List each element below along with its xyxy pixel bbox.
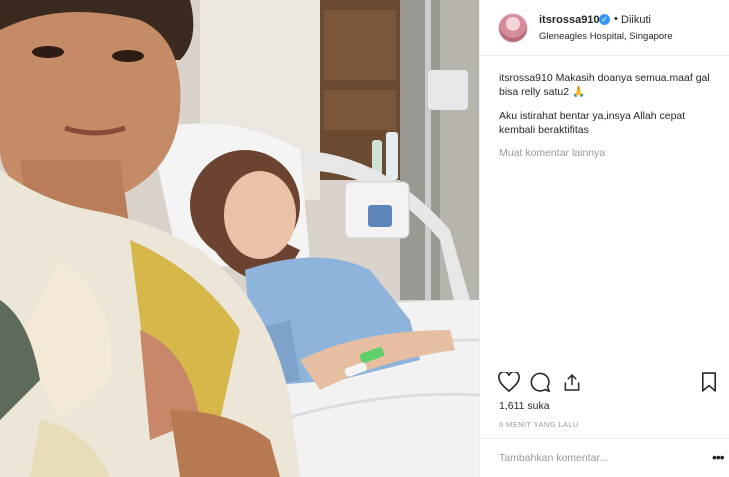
post-location[interactable]: Gleneagles Hospital, Singapore bbox=[539, 31, 673, 42]
header-username[interactable]: itsrossa910 bbox=[539, 14, 600, 26]
more-options-icon[interactable]: ••• bbox=[712, 449, 725, 465]
likes-count[interactable]: 1,611 suka bbox=[499, 400, 550, 412]
bookmark-icon[interactable] bbox=[701, 372, 717, 397]
heart-icon[interactable] bbox=[498, 370, 520, 397]
post-actions bbox=[498, 370, 720, 397]
post-timestamp: 6 MENIT YANG LALU bbox=[499, 420, 579, 429]
hospital-selfie-image bbox=[0, 0, 479, 477]
profile-avatar[interactable] bbox=[498, 13, 528, 43]
post-caption: itsrossa910 Makasih doanya semua.maaf ga… bbox=[499, 71, 721, 137]
caption-username[interactable]: itsrossa910 bbox=[499, 72, 553, 84]
post-details-panel: itsrossa910 ✓ • Diikuti Gleneagles Hospi… bbox=[479, 0, 729, 477]
follow-status-button[interactable]: Diikuti bbox=[621, 14, 651, 26]
share-icon[interactable] bbox=[562, 372, 582, 398]
verified-badge-icon: ✓ bbox=[599, 14, 610, 25]
post-photo[interactable] bbox=[0, 0, 479, 477]
load-more-comments-link[interactable]: Muat komentar lainnya bbox=[499, 147, 605, 159]
add-comment-input[interactable]: Tambahkan komentar... bbox=[499, 452, 608, 464]
comment-bar: Tambahkan komentar... ••• bbox=[480, 438, 729, 477]
post-header: itsrossa910 ✓ • Diikuti Gleneagles Hospi… bbox=[480, 0, 729, 56]
comment-icon[interactable] bbox=[530, 372, 551, 398]
separator-dot: • bbox=[614, 13, 618, 25]
caption-text-line2: Aku istirahat bentar ya,insya Allah cepa… bbox=[499, 110, 686, 136]
